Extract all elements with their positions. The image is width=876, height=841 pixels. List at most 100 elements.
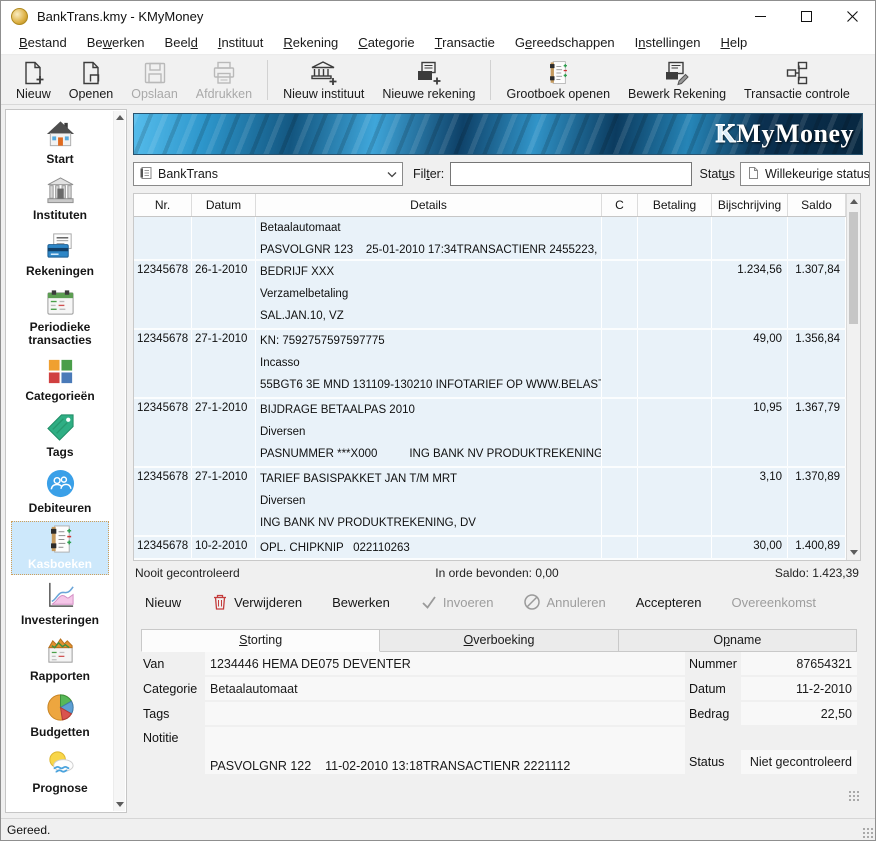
statusbar-resize-grip[interactable]	[861, 826, 873, 838]
menu-item-categorie[interactable]: Categorie	[348, 32, 424, 53]
amount-field[interactable]: 22,50	[741, 702, 857, 725]
cell-details: KN: 7592757597597775Incasso55BGT6 3E MND…	[256, 330, 602, 397]
transaction-row[interactable]: BetaalautomaatPASVOLGNR 123 25-01-2010 1…	[134, 217, 846, 261]
sidebar-item-instituten[interactable]: Instituten	[11, 172, 109, 226]
toolbar-button-transactie-controle[interactable]: Transactie controle	[735, 57, 859, 103]
cell-datum: 27-1-2010	[192, 399, 256, 466]
memo-field[interactable]: PASVOLGNR 122 11-02-2010 13:18TRANSACTIE…	[205, 727, 685, 774]
column-header-details: Details	[256, 194, 602, 216]
toolbar-button-grootboek-openen[interactable]: Grootboek openen	[497, 57, 619, 103]
cell-betaling	[638, 217, 712, 259]
cell-saldo: 1.367,79	[788, 399, 846, 466]
sidebar-item-rapporten[interactable]: Rapporten	[11, 633, 109, 687]
tags-field[interactable]	[205, 702, 685, 725]
action-button-bewerken[interactable]: Bewerken	[332, 595, 390, 610]
resize-grip[interactable]	[847, 789, 859, 801]
status-field[interactable]: Niet gecontroleerd	[741, 750, 857, 774]
toolbar-button-openen[interactable]: Openen	[60, 57, 122, 103]
table-scrollbar[interactable]	[846, 194, 860, 560]
menu-item-bewerken[interactable]: Bewerken	[77, 32, 155, 53]
sidebar-item-debiteuren[interactable]: Debiteuren	[11, 465, 109, 519]
transaction-row[interactable]: 1234567827-1-2010TARIEF BASISPAKKET JAN …	[134, 468, 846, 537]
column-header-c: C	[602, 194, 638, 216]
from-field[interactable]: 1234446 HEMA DE075 DEVENTER	[205, 652, 685, 675]
scroll-down-icon[interactable]	[850, 550, 858, 555]
toolbar-button-nieuw-instituut[interactable]: Nieuw instituut	[274, 57, 373, 103]
toolbar-button-nieuwe-betalingsopdracht[interactable]: Nieuwe betalingsopdracht	[869, 57, 876, 103]
tab-storting[interactable]: Storting	[141, 629, 380, 652]
account-selector[interactable]: BankTrans	[133, 162, 403, 186]
amount-label: Bedrag	[687, 702, 739, 725]
category-field[interactable]: Betaalautomaat	[205, 677, 685, 700]
action-button-label: Bewerken	[332, 595, 390, 610]
cell-c	[602, 537, 638, 558]
menu-item-transactie[interactable]: Transactie	[425, 32, 505, 53]
action-button-overeenkomst[interactable]: Overeenkomst	[732, 595, 817, 610]
sidebar-item-categorie-n[interactable]: Categorieën	[11, 353, 109, 407]
scrollbar-thumb[interactable]	[849, 212, 858, 324]
number-field[interactable]: 87654321	[741, 652, 857, 675]
ledger-icon	[45, 524, 76, 555]
menu-item-bestand[interactable]: Bestand	[9, 32, 77, 53]
menu-item-instituut[interactable]: Instituut	[208, 32, 274, 53]
tab-opname[interactable]: Opname	[619, 629, 857, 652]
menu-item-instellingen[interactable]: Instellingen	[625, 32, 711, 53]
filter-input[interactable]	[450, 162, 691, 186]
sidebar-scrollbar[interactable]	[113, 111, 125, 811]
detail-line: Verzamelbetaling	[260, 283, 601, 305]
toolbar-button-afdrukken[interactable]: Afdrukken	[187, 57, 261, 103]
cell-datum: 27-1-2010	[192, 468, 256, 535]
category-label: Categorie	[141, 677, 203, 700]
cancel-icon	[523, 593, 541, 611]
window-controls	[737, 1, 875, 31]
toolbar-button-bewerk-rekening[interactable]: Bewerk Rekening	[619, 57, 735, 103]
transaction-row[interactable]: 1234567827-1-2010BIJDRAGE BETAALPAS 2010…	[134, 399, 846, 468]
detail-line: TARIEF BASISPAKKET JAN T/M MRT	[260, 468, 601, 490]
toolbar-button-nieuwe-rekening[interactable]: Nieuwe rekening	[373, 57, 484, 103]
action-button-accepteren[interactable]: Accepteren	[636, 595, 702, 610]
from-label: Van	[141, 652, 203, 675]
action-button-label: Accepteren	[636, 595, 702, 610]
cell-saldo: 1.370,89	[788, 468, 846, 535]
menu-item-gereedschappen[interactable]: Gereedschappen	[505, 32, 625, 53]
action-button-nieuw[interactable]: Nieuw	[145, 595, 181, 610]
menu-item-rekening[interactable]: Rekening	[273, 32, 348, 53]
transaction-row[interactable]: 1234567826-1-2010BEDRIJF XXXVerzamelbeta…	[134, 261, 846, 330]
action-button-verwijderen[interactable]: Verwijderen	[211, 593, 302, 611]
detail-line: Diversen	[260, 421, 601, 443]
action-button-annuleren[interactable]: Annuleren	[523, 593, 605, 611]
sidebar-scroll-down-icon[interactable]	[116, 802, 124, 807]
maximize-button[interactable]	[783, 1, 829, 31]
cell-saldo: 1.400,89	[788, 537, 846, 558]
menu-item-beeld[interactable]: Beeld	[155, 32, 208, 53]
sidebar-item-tags[interactable]: Tags	[11, 409, 109, 463]
transaction-row[interactable]: 1234567810-2-2010OPL. CHIPKNIP 022110263…	[134, 537, 846, 560]
sidebar-item-periodieke-transacties[interactable]: Periodieke transacties	[11, 284, 109, 351]
status-selector[interactable]: Willekeurige status	[740, 162, 870, 186]
close-button[interactable]	[829, 1, 875, 31]
action-button-invoeren[interactable]: Invoeren	[420, 593, 494, 611]
sidebar-item-label: Debiteuren	[29, 502, 92, 515]
accounts-icon	[45, 231, 76, 262]
sidebar-item-label: Kasboeken	[28, 558, 92, 571]
tab-overboeking[interactable]: Overboeking	[380, 629, 618, 652]
menu-item-help[interactable]: Help	[710, 32, 757, 53]
sidebar-item-rekeningen[interactable]: Rekeningen	[11, 228, 109, 282]
sidebar-item-investeringen[interactable]: Investeringen	[11, 577, 109, 631]
toolbar-button-nieuw[interactable]: Nieuw	[7, 57, 60, 103]
toolbar-button-opslaan[interactable]: Opslaan	[122, 57, 187, 103]
sidebar-item-start[interactable]: Start	[11, 116, 109, 170]
cell-saldo: 1.307,84	[788, 261, 846, 328]
detail-line: BIJDRAGE BETAALPAS 2010	[260, 399, 601, 421]
date-field[interactable]: 11-2-2010	[741, 677, 857, 700]
sidebar-item-budgetten[interactable]: Budgetten	[11, 689, 109, 743]
transaction-row[interactable]: 1234567827-1-2010KN: 7592757597597775Inc…	[134, 330, 846, 399]
sidebar-item-kasboeken[interactable]: Kasboeken	[11, 521, 109, 575]
minimize-button[interactable]	[737, 1, 783, 31]
scroll-up-icon[interactable]	[850, 199, 858, 204]
sidebar-item-prognose[interactable]: Prognose	[11, 745, 109, 799]
sidebar-scroll-up-icon[interactable]	[116, 115, 124, 120]
memo-line: PASVOLGNR 122 11-02-2010 13:18TRANSACTIE…	[210, 757, 680, 774]
cell-bijschrijving	[712, 217, 788, 259]
sidebar-item-label: Start	[46, 153, 73, 166]
